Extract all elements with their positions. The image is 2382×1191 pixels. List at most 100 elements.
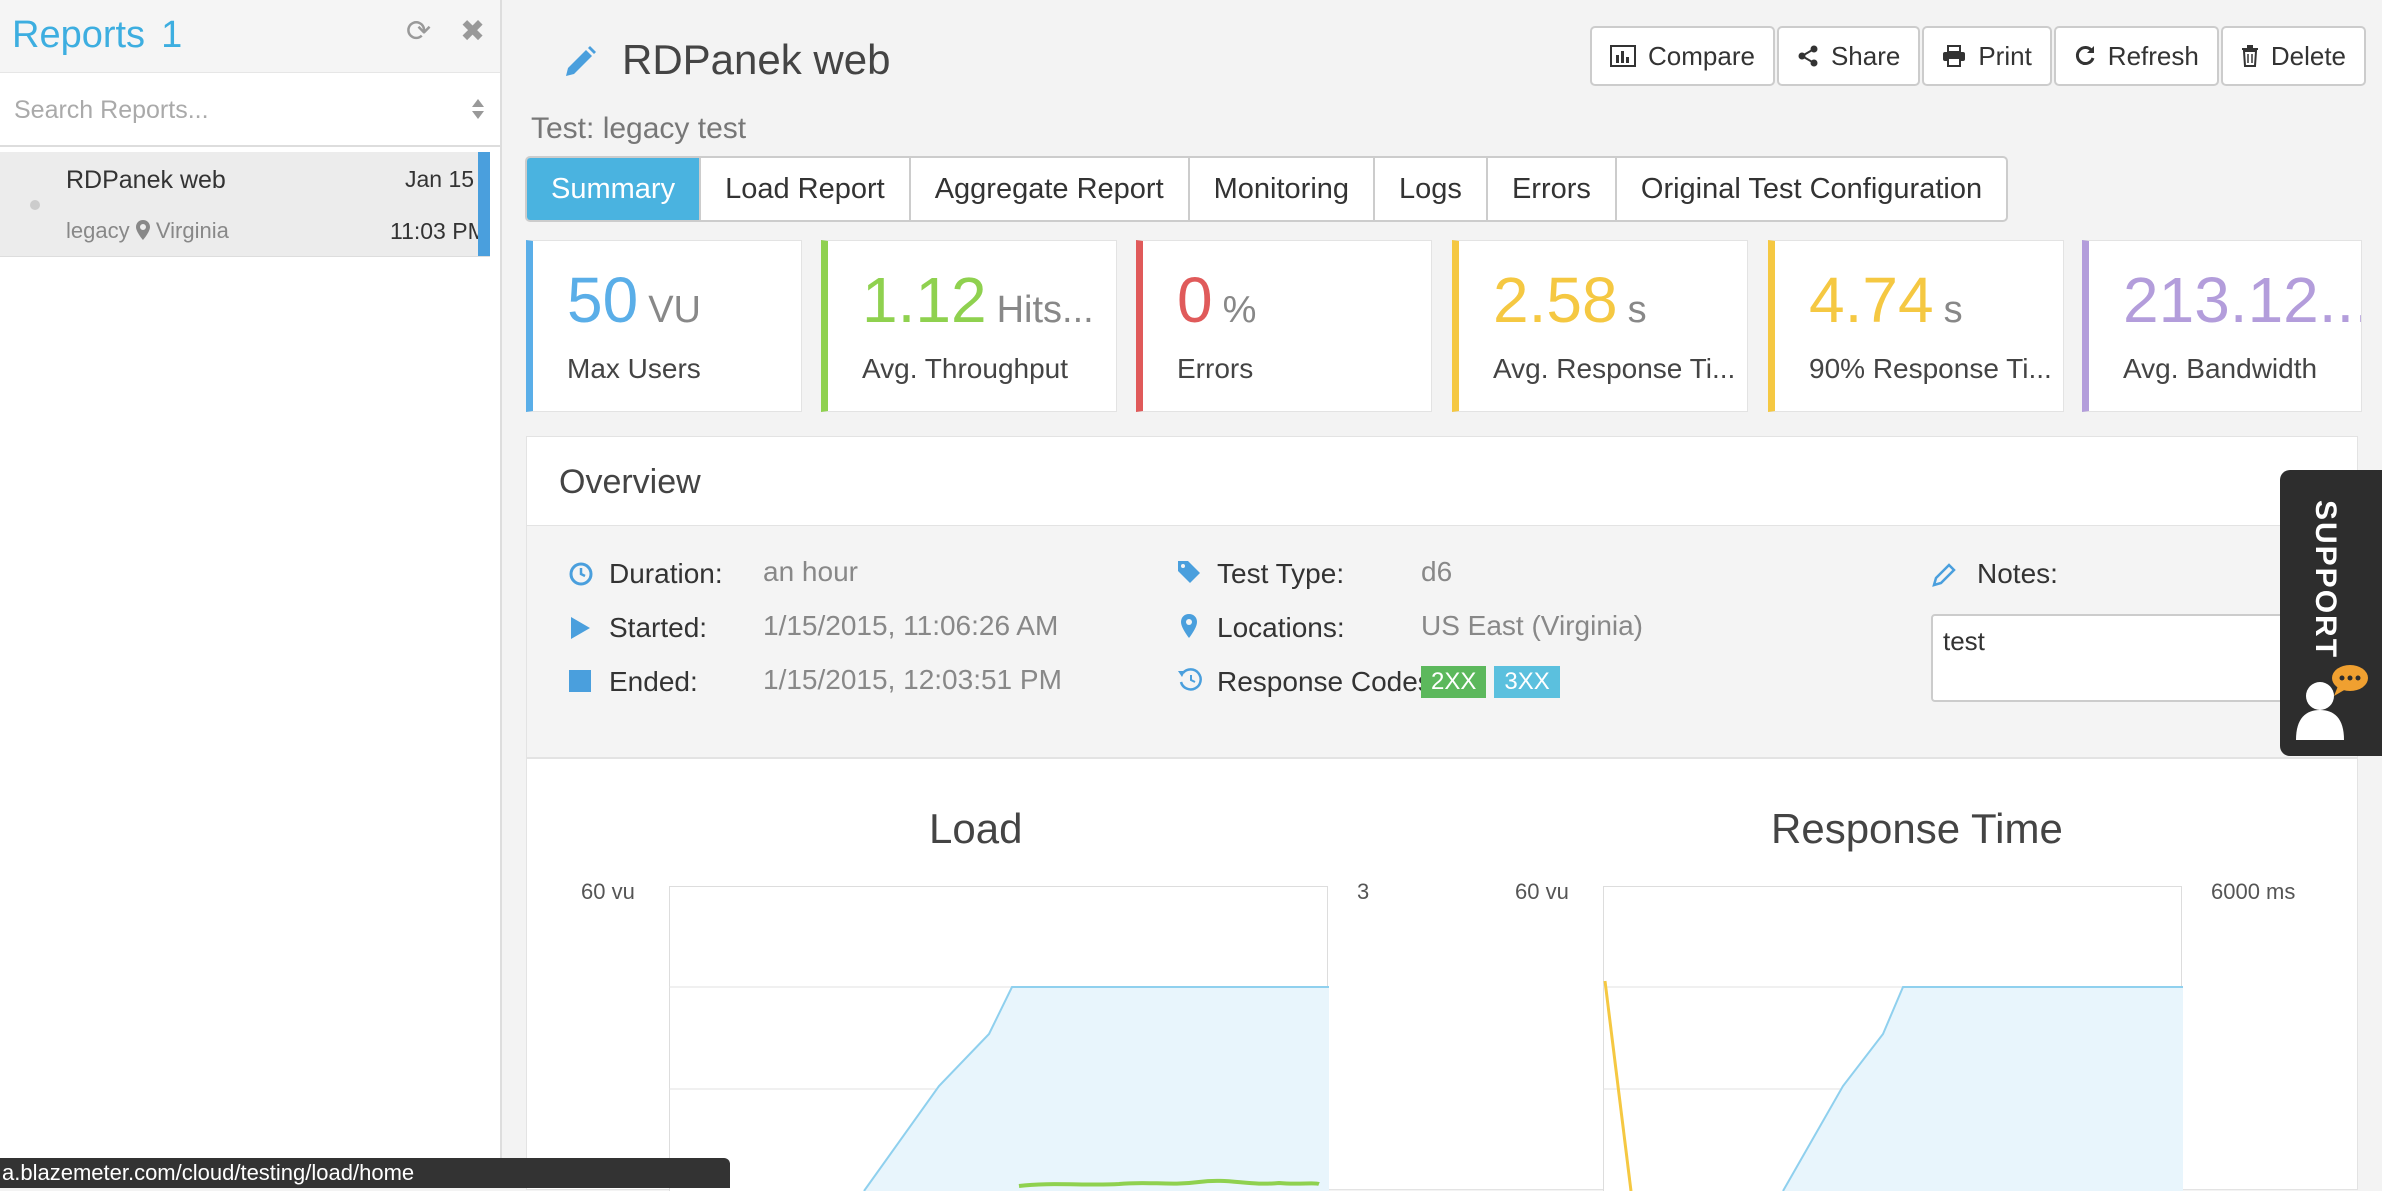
started-label: Started: <box>609 612 707 643</box>
kpi-avg-bandwidth: 213.12... Avg. Bandwidth <box>2082 240 2362 412</box>
share-button[interactable]: Share <box>1777 26 1920 86</box>
report-time: 11:03 PM <box>390 218 487 245</box>
kpi-value: 1.12Hits... <box>862 263 1094 337</box>
tab-logs[interactable]: Logs <box>1375 158 1488 220</box>
duration-value: an hour <box>763 556 858 588</box>
edit-pencil-icon[interactable] <box>562 44 598 80</box>
notes-label: Notes: <box>1977 558 2058 589</box>
report-location: Virginia <box>156 218 229 243</box>
kpi-value: 0% <box>1177 263 1256 337</box>
pencil-icon <box>1931 562 1957 588</box>
kpi-90-response-time: 4.74s 90% Response Ti... <box>1768 240 2064 412</box>
status-dot <box>30 200 40 210</box>
response-chart-plot <box>1603 886 2183 1191</box>
support-tab[interactable]: SUPPORT <box>2280 470 2382 756</box>
load-chart-left-axis-max: 60 vu <box>581 879 635 905</box>
duration-row: Duration: an hour <box>609 558 723 590</box>
tab-errors[interactable]: Errors <box>1488 158 1617 220</box>
report-tabs: Summary Load Report Aggregate Report Mon… <box>525 156 2008 222</box>
locations-label: Locations: <box>1217 612 1345 643</box>
charts-panel: Load 60 vu 3 Response Time 60 vu 6000 ms <box>526 758 2358 1190</box>
locations-row: Locations: US East (Virginia) <box>1217 612 1345 644</box>
kpi-label: Avg. Bandwidth <box>2123 353 2317 385</box>
kpi-label: Errors <box>1177 353 1253 385</box>
report-count: 1 <box>161 14 182 56</box>
clock-icon <box>569 562 593 586</box>
ended-label: Ended: <box>609 666 698 697</box>
report-list-item[interactable]: RDPanek web Jan 15 legacy Virginia 11:03… <box>0 152 490 257</box>
overview-title: Overview <box>559 463 701 502</box>
kpi-avg-throughput: 1.12Hits... Avg. Throughput <box>821 240 1117 412</box>
sidebar-title: Reports 1 <box>12 14 182 57</box>
kpi-label: Avg. Throughput <box>862 353 1068 385</box>
response-codes-row: Response Codes: 2XX3XX <box>1217 666 1440 698</box>
kpi-value: 4.74s <box>1809 263 1963 337</box>
tab-original-test-configuration[interactable]: Original Test Configuration <box>1617 158 2006 220</box>
load-chart-plot <box>669 886 1329 1191</box>
notes-field[interactable]: test <box>1931 614 2311 702</box>
response-chart-title: Response Time <box>1771 805 2063 853</box>
response-codes: 2XX3XX <box>1421 664 1568 698</box>
report-name: RDPanek web <box>66 166 226 195</box>
kpi-label: 90% Response Ti... <box>1809 353 2052 385</box>
close-icon[interactable]: ✖ <box>460 14 485 49</box>
tab-monitoring[interactable]: Monitoring <box>1190 158 1375 220</box>
response-codes-label: Response Codes: <box>1217 666 1440 697</box>
print-button[interactable]: Print <box>1922 26 2051 86</box>
trash-icon <box>2241 45 2259 67</box>
bar-chart-icon <box>1610 45 1636 67</box>
report-meta: legacy Virginia <box>66 218 229 244</box>
compare-label: Compare <box>1648 41 1755 72</box>
share-icon <box>1797 45 1819 67</box>
ended-value: 1/15/2015, 12:03:51 PM <box>763 664 1062 696</box>
play-icon <box>569 616 591 640</box>
test-type-value: d6 <box>1421 556 1452 588</box>
refresh-button[interactable]: Refresh <box>2054 26 2219 86</box>
reports-sidebar: Reports 1 ⟳ ✖ RDPanek web Jan 15 legacy V… <box>0 0 502 1188</box>
search-input[interactable] <box>12 91 456 129</box>
search-bar <box>0 73 500 147</box>
overview-panel: Overview Duration: an hour Started: 1/15… <box>526 436 2358 758</box>
print-label: Print <box>1978 41 2031 72</box>
toolbar: Compare Share Print Refresh Delete <box>1590 26 2368 86</box>
test-type-label: Test Type: <box>1217 558 1344 589</box>
browser-status-bar: a.blazemeter.com/cloud/testing/load/home <box>0 1158 730 1188</box>
started-value: 1/15/2015, 11:06:26 AM <box>763 610 1058 642</box>
test-type-row: Test Type: d6 <box>1217 558 1344 590</box>
kpi-max-users: 50VU Max Users <box>526 240 802 412</box>
report-date: Jan 15 <box>405 166 474 193</box>
refresh-icon[interactable]: ⟳ <box>406 14 431 49</box>
sort-icon[interactable] <box>470 97 486 121</box>
tab-summary[interactable]: Summary <box>527 158 701 220</box>
share-label: Share <box>1831 41 1900 72</box>
location-pin-icon <box>1181 614 1197 638</box>
code-3xx-badge: 3XX <box>1494 666 1559 698</box>
kpi-errors: 0% Errors <box>1136 240 1432 412</box>
notes-row: Notes: <box>1977 558 2058 590</box>
page-subtitle: Test: legacy test <box>531 112 746 146</box>
overview-header: Overview <box>527 437 2357 526</box>
tab-load-report[interactable]: Load Report <box>701 158 911 220</box>
support-label: SUPPORT <box>2308 500 2342 659</box>
page-title: RDPanek web <box>622 36 890 84</box>
refresh-icon <box>2074 45 2096 67</box>
refresh-label: Refresh <box>2108 41 2199 72</box>
response-chart-left-axis-max: 60 vu <box>1515 879 1569 905</box>
compare-button[interactable]: Compare <box>1590 26 1775 86</box>
overview-body: Duration: an hour Started: 1/15/2015, 11… <box>527 526 2357 757</box>
printer-icon <box>1942 45 1966 67</box>
load-chart-right-axis-max: 3 <box>1357 879 1369 905</box>
sidebar-header: Reports 1 ⟳ ✖ <box>0 0 500 73</box>
sidebar-title-text: Reports <box>12 14 145 56</box>
tab-aggregate-report[interactable]: Aggregate Report <box>911 158 1190 220</box>
code-2xx-badge: 2XX <box>1421 666 1486 698</box>
started-row: Started: 1/15/2015, 11:06:26 AM <box>609 612 707 644</box>
delete-button[interactable]: Delete <box>2221 26 2366 86</box>
load-chart-title: Load <box>929 805 1022 853</box>
tag-icon <box>1177 560 1201 584</box>
kpi-label: Max Users <box>567 353 701 385</box>
locations-value: US East (Virginia) <box>1421 610 1643 642</box>
duration-label: Duration: <box>609 558 723 589</box>
delete-label: Delete <box>2271 41 2346 72</box>
response-chart-right-axis-max: 6000 ms <box>2211 879 2295 905</box>
